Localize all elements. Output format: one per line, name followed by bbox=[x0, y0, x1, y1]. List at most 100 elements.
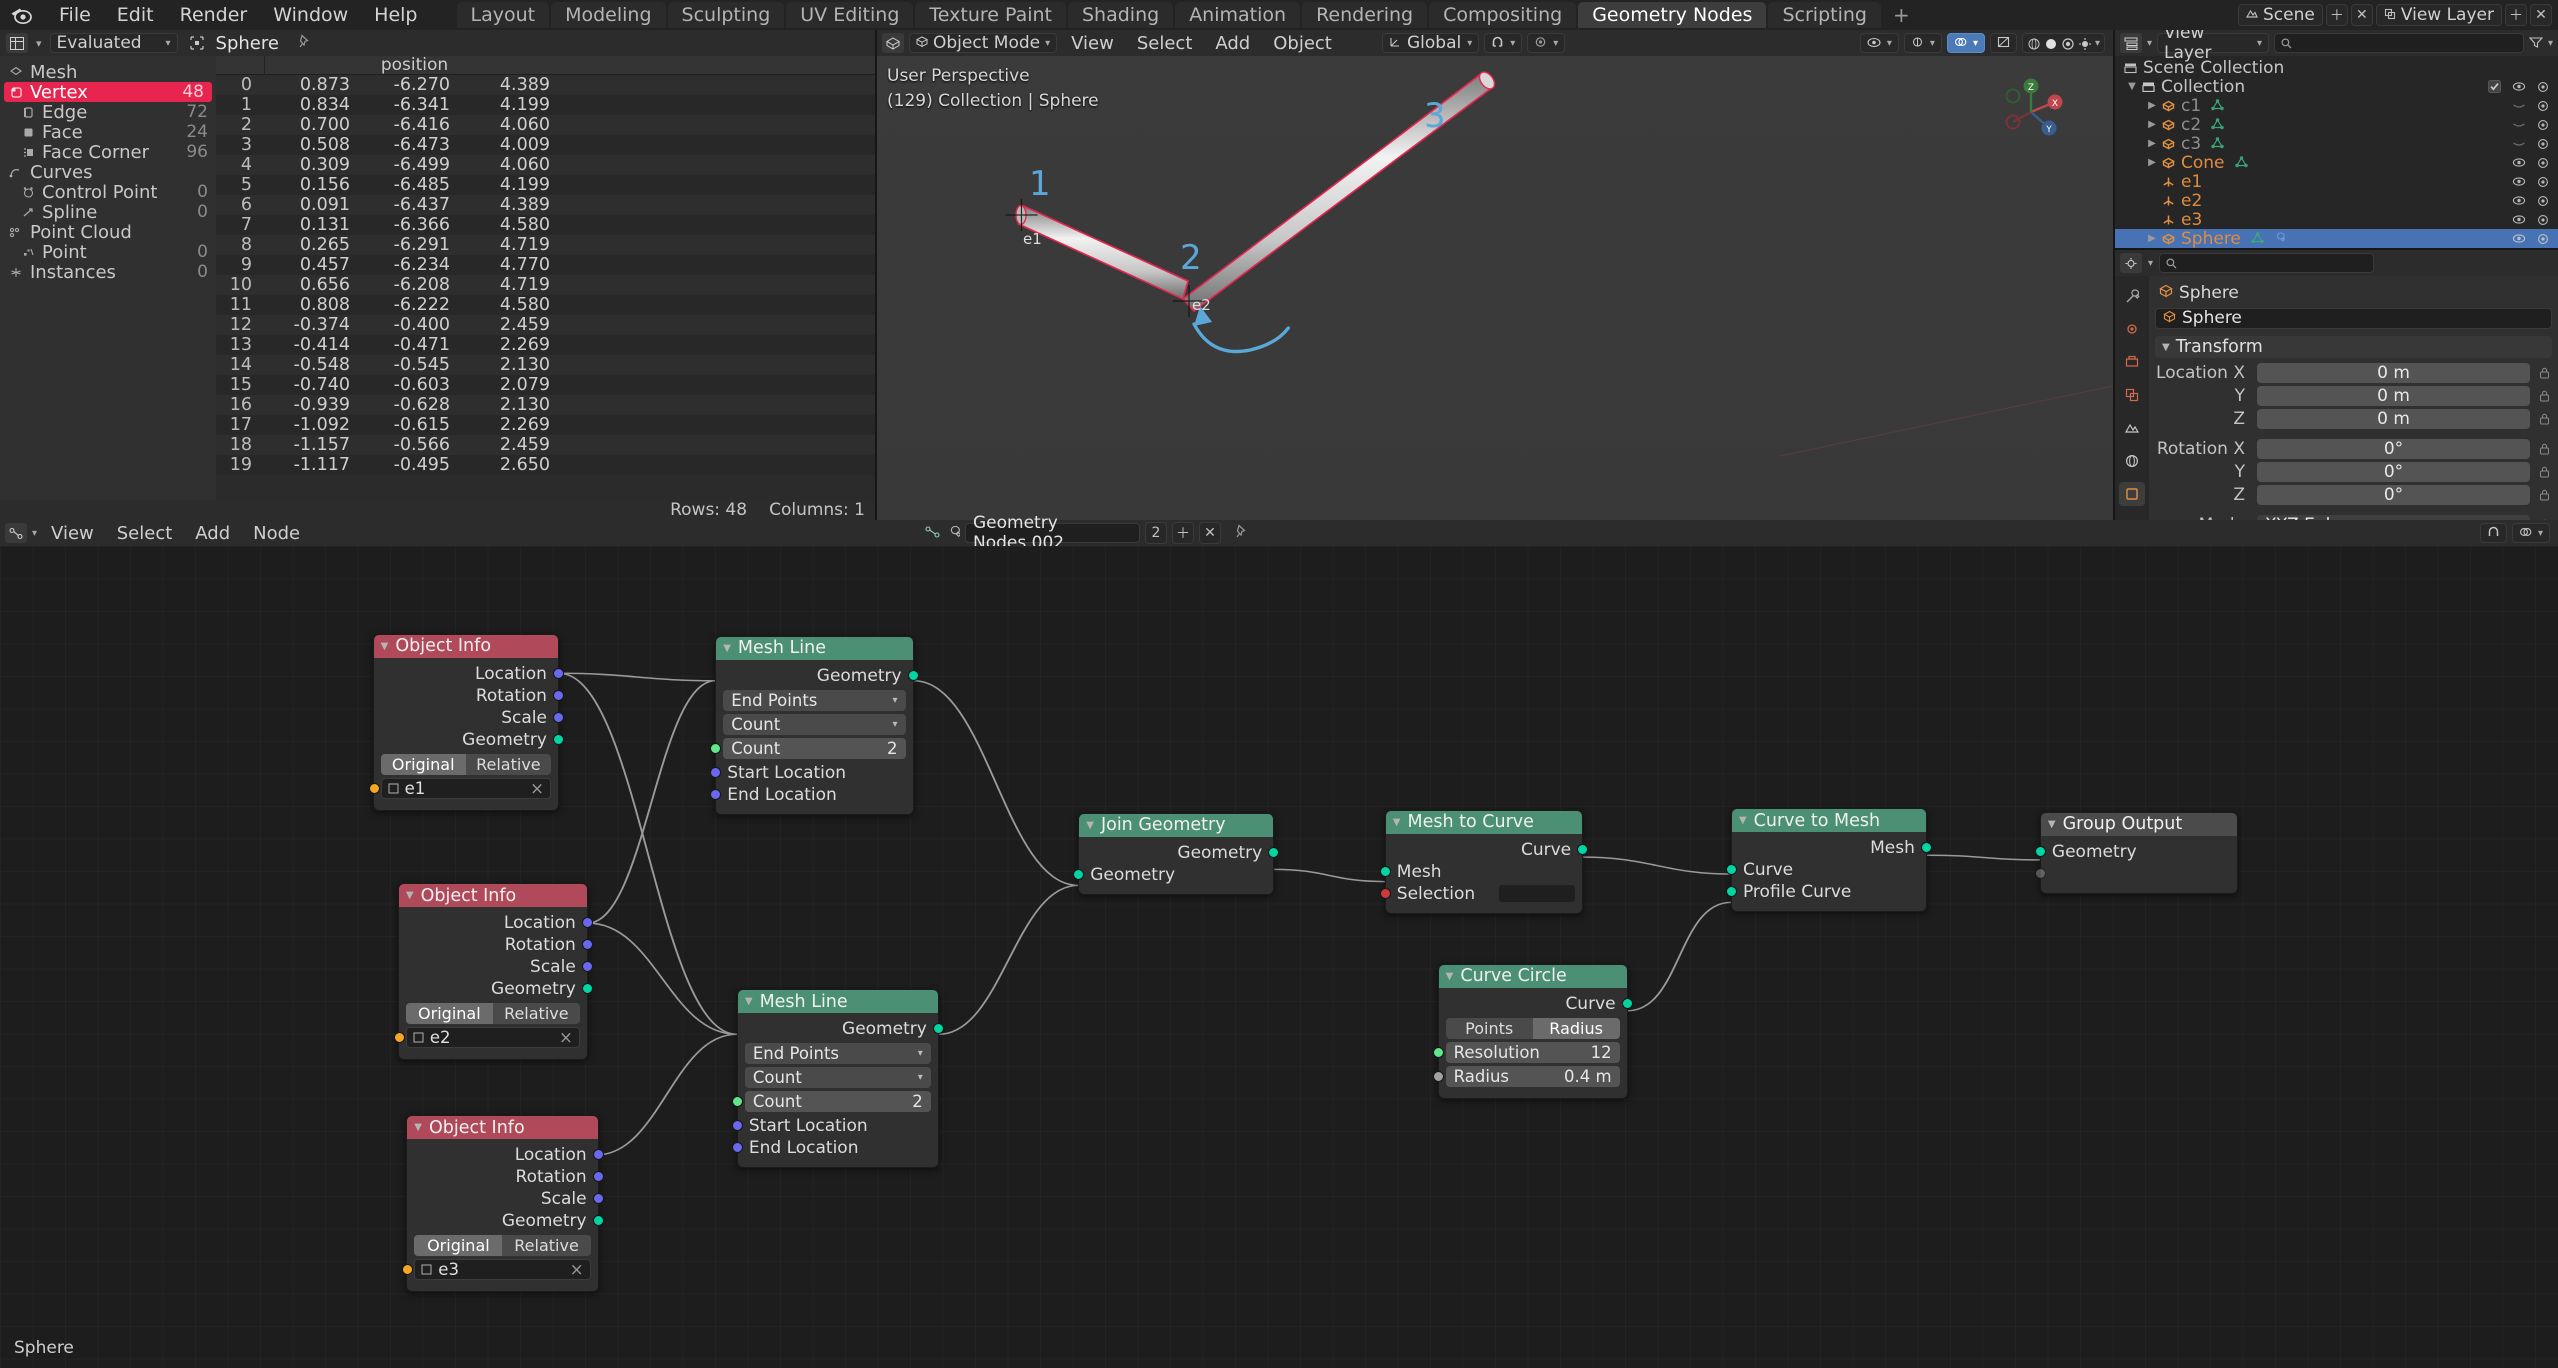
clear-object-icon[interactable]: × bbox=[559, 1028, 573, 1047]
table-row[interactable]: 16 -0.939 -0.628 2.130 bbox=[216, 395, 875, 415]
toggle-option-original[interactable]: Original bbox=[380, 753, 466, 775]
shading-rendered-icon[interactable] bbox=[2078, 36, 2092, 50]
disable-in-renders-icon[interactable] bbox=[2535, 231, 2550, 246]
node-mesh-to-curve[interactable]: ▼ Mesh to Curve Curve Mesh Selection bbox=[1379, 809, 1589, 914]
outliner-icon[interactable] bbox=[2120, 33, 2142, 53]
table-row[interactable]: 9 0.457 -6.234 4.770 bbox=[216, 255, 875, 275]
lock-icon[interactable] bbox=[2536, 466, 2552, 478]
node-curve-circle[interactable]: ▼ Curve Circle Curve Points Radius Resolution… bbox=[1432, 963, 1633, 1099]
workspace-tab-geometry-nodes[interactable]: Geometry Nodes bbox=[1578, 2, 1767, 28]
toggle-option-points[interactable]: Points bbox=[1445, 1017, 1533, 1039]
node-value-radius[interactable]: Radius 0.4 m bbox=[1432, 1065, 1620, 1087]
node-overlay-dropdown[interactable]: ▾ bbox=[2511, 523, 2550, 543]
table-row[interactable]: 14 -0.548 -0.545 2.130 bbox=[216, 355, 875, 375]
hide-in-viewport-icon[interactable] bbox=[2511, 193, 2526, 208]
chevron-down-icon[interactable]: ▾ bbox=[2148, 258, 2153, 269]
properties-icon[interactable] bbox=[2120, 253, 2142, 273]
table-row[interactable]: 2 0.700 -6.416 4.060 bbox=[216, 115, 875, 135]
workspace-tab-layout[interactable]: Layout bbox=[456, 2, 550, 28]
node-group-users-button[interactable]: 2 bbox=[1145, 522, 1167, 544]
node-header[interactable]: ▼ Object Info bbox=[407, 1116, 598, 1140]
add-workspace-button[interactable]: + bbox=[1883, 3, 1920, 27]
socket-vector[interactable] bbox=[581, 961, 593, 973]
hide-in-viewport-icon[interactable] bbox=[2511, 117, 2526, 132]
node-dropdown-0[interactable]: End Points ▾ bbox=[744, 1043, 931, 1065]
mesh-data-icon[interactable] bbox=[2211, 96, 2224, 116]
outliner-item-collection[interactable]: ▼ Collection bbox=[2115, 77, 2558, 97]
table-row[interactable]: 8 0.265 -6.291 4.719 bbox=[216, 235, 875, 255]
interaction-mode-dropdown[interactable]: Object Mode ▾ bbox=[909, 33, 1058, 53]
table-row[interactable]: 17 -1.092 -0.615 2.269 bbox=[216, 415, 875, 435]
proportional-editing-dropdown[interactable]: ▾ bbox=[1527, 33, 1566, 53]
hide-in-viewport-icon[interactable] bbox=[2511, 174, 2526, 189]
hide-in-viewport-icon[interactable] bbox=[2511, 155, 2526, 170]
socket-vector[interactable] bbox=[592, 1171, 604, 1183]
workspace-tab-compositing[interactable]: Compositing bbox=[1429, 2, 1577, 28]
pin-icon[interactable] bbox=[297, 32, 312, 54]
node-value-count[interactable]: Count 2 bbox=[710, 737, 906, 759]
node-object-info-1[interactable]: ▼ Object Info Location Rotation Scale Geometr… bbox=[368, 633, 564, 811]
chevron-down-icon[interactable]: ▾ bbox=[2548, 38, 2553, 49]
workspace-tab-sculpting[interactable]: Sculpting bbox=[667, 2, 785, 28]
chevron-down-icon[interactable]: ▾ bbox=[2095, 38, 2100, 49]
disclosure-triangle-icon[interactable]: ▼ bbox=[2125, 81, 2139, 92]
node-header[interactable]: ▼ Mesh Line bbox=[737, 990, 938, 1014]
disable-in-renders-icon[interactable] bbox=[2535, 174, 2550, 189]
disable-in-renders-icon[interactable] bbox=[2535, 193, 2550, 208]
socket-virtual[interactable] bbox=[2034, 867, 2046, 879]
node-header[interactable]: ▼ Mesh Line bbox=[716, 636, 913, 660]
node-header[interactable]: ▼ Object Info bbox=[398, 884, 587, 908]
toggle-option-relative[interactable]: Relative bbox=[492, 1003, 580, 1025]
table-row[interactable]: 11 0.808 -6.222 4.580 bbox=[216, 295, 875, 315]
node-curve-to-mesh[interactable]: ▼ Curve to Mesh Mesh Curve Profile Curve bbox=[1725, 808, 1932, 913]
socket-boolean[interactable] bbox=[1379, 887, 1391, 899]
properties-scene-tab[interactable] bbox=[2119, 416, 2145, 440]
properties-tool-tab[interactable] bbox=[2119, 284, 2145, 308]
collapse-triangle-icon[interactable]: ▼ bbox=[1393, 817, 1401, 828]
lock-icon[interactable] bbox=[2536, 367, 2552, 379]
socket-geometry[interactable] bbox=[581, 983, 593, 995]
property-value[interactable]: 0 m bbox=[2257, 362, 2530, 383]
socket-geometry[interactable] bbox=[1268, 846, 1280, 858]
shading-mode-buttons[interactable]: ▾ bbox=[2021, 33, 2105, 53]
hide-in-viewport-icon[interactable] bbox=[2511, 212, 2526, 227]
node-object-info-2[interactable]: ▼ Object Info Location Rotation Scale Geometr… bbox=[393, 883, 593, 1061]
node-header[interactable]: ▼ Curve to Mesh bbox=[1731, 809, 1926, 833]
mesh-data-icon[interactable] bbox=[2251, 229, 2264, 249]
socket-geometry[interactable] bbox=[1621, 997, 1633, 1009]
menu-help[interactable]: Help bbox=[361, 1, 430, 29]
workspace-tab-uv-editing[interactable]: UV Editing bbox=[786, 2, 914, 28]
spreadsheet-tree-item-spline[interactable]: Spline 0 bbox=[0, 202, 216, 223]
property-value[interactable]: 0° bbox=[2257, 484, 2530, 505]
node-toggle[interactable]: Points Radius bbox=[1445, 1017, 1620, 1039]
socket-vector[interactable] bbox=[592, 1193, 604, 1205]
socket-int[interactable] bbox=[731, 1096, 743, 1108]
menu-edit[interactable]: Edit bbox=[104, 1, 167, 29]
clear-object-icon[interactable]: × bbox=[530, 779, 544, 798]
disable-in-renders-icon[interactable] bbox=[2535, 212, 2550, 227]
socket-geometry[interactable] bbox=[1920, 842, 1932, 854]
workspace-tab-scripting[interactable]: Scripting bbox=[1768, 2, 1881, 28]
socket-vector[interactable] bbox=[581, 939, 593, 951]
table-row[interactable]: 19 -1.117 -0.495 2.650 bbox=[216, 455, 875, 475]
shading-solid-icon[interactable] bbox=[2044, 36, 2058, 50]
spreadsheet-icon[interactable] bbox=[6, 33, 28, 53]
outliner-item-sphere[interactable]: ▶ Sphere bbox=[2115, 229, 2558, 248]
outliner-item-e3[interactable]: e3 bbox=[2115, 210, 2558, 230]
spreadsheet-tree-item-point-cloud[interactable]: Point Cloud bbox=[0, 222, 216, 243]
shading-material-icon[interactable] bbox=[2061, 36, 2075, 50]
collapse-triangle-icon[interactable]: ▼ bbox=[2048, 819, 2056, 830]
disable-in-renders-icon[interactable] bbox=[2535, 79, 2550, 94]
node-toggle[interactable]: Original Relative bbox=[405, 1003, 580, 1025]
properties-viewlayer-tab[interactable] bbox=[2119, 383, 2145, 407]
mesh-data-icon[interactable] bbox=[2211, 115, 2224, 135]
node-header[interactable]: ▼ Object Info bbox=[373, 634, 558, 658]
property-value[interactable]: 0 m bbox=[2257, 408, 2530, 429]
spreadsheet-tree-item-instances[interactable]: Instances 0 bbox=[0, 262, 216, 283]
socket-vector[interactable] bbox=[731, 1142, 743, 1154]
toggle-option-radius[interactable]: Radius bbox=[1532, 1017, 1620, 1039]
collection-checkbox[interactable] bbox=[2487, 79, 2502, 94]
spreadsheet-tree-item-curves[interactable]: Curves bbox=[0, 162, 216, 183]
table-row[interactable]: 0 0.873 -6.270 4.389 bbox=[216, 75, 875, 95]
node-menu-add[interactable]: Add bbox=[186, 521, 239, 546]
